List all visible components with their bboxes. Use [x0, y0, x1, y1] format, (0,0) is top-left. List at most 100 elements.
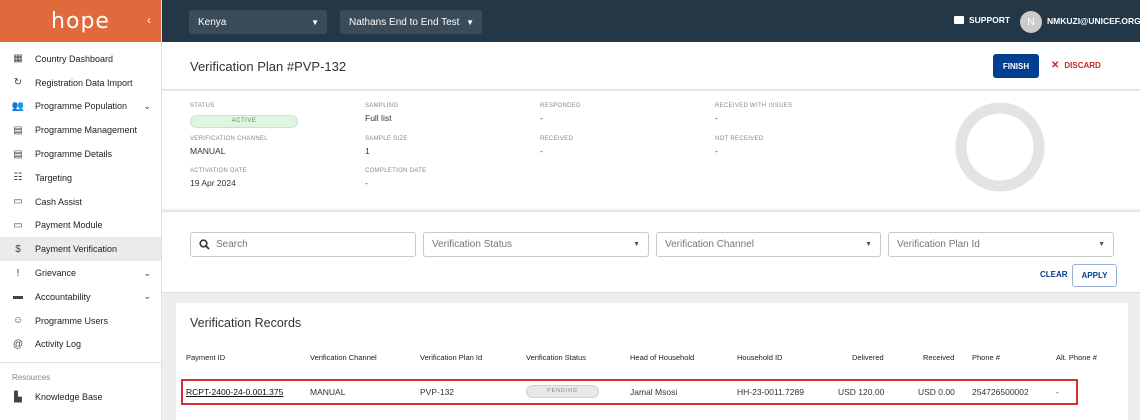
column-header[interactable]: Alt. Phone #: [1056, 353, 1097, 362]
household-id-cell: HH-23-0011.7289: [737, 387, 804, 397]
sidebar-item-programme-population[interactable]: 👥 Programme Population ⌄: [0, 95, 161, 119]
channel-field: VERIFICATION CHANNEL MANUAL: [190, 136, 268, 156]
sidebar-item-cash-assist[interactable]: ▭ Cash Assist: [0, 190, 161, 214]
apply-button[interactable]: APPLY: [1072, 264, 1117, 287]
activation-label: ACTIVATION DATE: [190, 168, 247, 174]
sidebar-item-programme-details[interactable]: ▤ Programme Details: [0, 142, 161, 166]
issues-label: RECEIVED WITH ISSUES: [715, 103, 793, 109]
column-header[interactable]: Payment ID: [186, 353, 225, 362]
country-value: Kenya: [198, 16, 227, 28]
sample-size-field: SAMPLE SIZE 1: [365, 136, 408, 156]
received-field: RECEIVED -: [540, 136, 573, 156]
caret-down-icon: ▼: [1098, 241, 1105, 248]
sidebar: hope ‹ ▦ Country Dashboard ↻ Registration D…: [0, 0, 162, 420]
sidebar-item-targeting[interactable]: ☷ Targeting: [0, 166, 161, 190]
issues-field: RECEIVED WITH ISSUES -: [715, 103, 792, 123]
plan-id-cell: PVP-132: [420, 387, 455, 397]
verification-channel-select[interactable]: Verification Channel ▼: [656, 232, 881, 257]
verification-records-panel: Verification Records Payment ID Verifica…: [176, 303, 1128, 420]
verification-status-select[interactable]: Verification Status ▼: [423, 232, 649, 257]
support-link[interactable]: SUPPORT: [954, 15, 1010, 25]
document-icon: ▤: [13, 148, 23, 160]
status-label: STATUS: [190, 103, 215, 109]
donut-ring: [955, 102, 1045, 192]
sidebar-item-label: Programme Population: [35, 101, 128, 112]
sidebar-item-payment-module[interactable]: ▭ Payment Module: [0, 214, 161, 238]
column-header[interactable]: Phone #: [972, 353, 1000, 362]
sidebar-item-programme-management[interactable]: ▤ Programme Management: [0, 118, 161, 142]
plan-placeholder: Verification Plan Id: [897, 239, 980, 250]
sidebar-item-label: Payment Verification: [35, 244, 118, 255]
channel-label: VERIFICATION CHANNEL: [190, 136, 268, 142]
column-header[interactable]: Head of Household: [630, 353, 694, 362]
user-email[interactable]: NMKUZI@UNICEF.ORG: [1047, 16, 1140, 26]
chevron-down-icon[interactable]: ⌄: [143, 291, 151, 302]
not-received-label: NOT RECEIVED: [715, 136, 764, 142]
received-value: -: [540, 146, 543, 156]
responded-value: -: [540, 113, 543, 123]
payment-id-link[interactable]: RCPT-2400-24-0.001.375: [186, 387, 283, 397]
country-select[interactable]: Kenya ▼: [189, 10, 327, 34]
target-list-icon: ☷: [13, 172, 23, 184]
sidebar-item-label: Cash Assist: [35, 196, 83, 207]
book-icon: ▙: [14, 391, 22, 403]
card-icon: ▭: [13, 196, 23, 208]
sidebar-nav: ▦ Country Dashboard ↻ Registration Data Imp…: [0, 42, 161, 356]
column-header[interactable]: Delivered: [852, 353, 884, 362]
sidebar-item-label: Accountability: [35, 291, 91, 302]
logo-bar: hope ‹: [0, 0, 161, 42]
sampling-field: SAMPLING Full list: [365, 103, 398, 123]
caret-down-icon: ▼: [466, 17, 474, 27]
sidebar-item-label: Programme Management: [35, 125, 138, 136]
status-badge: ACTIVE: [190, 115, 298, 128]
activation-field: ACTIVATION DATE 19 Apr 2024: [190, 168, 247, 188]
sidebar-item-payment-verification[interactable]: $ Payment Verification: [0, 237, 161, 262]
hope-logo[interactable]: hope: [51, 9, 110, 34]
sidebar-item-grievance[interactable]: ! Grievance ⌄: [0, 261, 161, 285]
discard-label: DISCARD: [1064, 61, 1101, 70]
sidebar-item-label: Grievance: [35, 268, 77, 279]
sidebar-item-activity-log[interactable]: @ Activity Log: [0, 333, 161, 357]
document-icon: ▤: [13, 124, 23, 136]
column-header[interactable]: Verification Channel: [310, 353, 377, 362]
finish-button[interactable]: FINISH: [993, 54, 1039, 78]
sidebar-item-knowledge-base[interactable]: ▙ Knowledge Base: [0, 385, 161, 409]
programme-value: Nathans End to End Test: [349, 16, 460, 28]
not-received-field: NOT RECEIVED -: [715, 136, 764, 156]
delivered-cell: USD 120.00: [838, 387, 885, 397]
channel-cell: MANUAL: [310, 387, 346, 397]
people-icon: 👥: [11, 100, 25, 112]
dashboard-icon: ▦: [13, 53, 23, 65]
alert-icon: !: [16, 267, 20, 279]
caret-down-icon: ▼: [865, 241, 872, 248]
sidebar-item-registration-data-import[interactable]: ↻ Registration Data Import: [0, 71, 161, 95]
completion-label: COMPLETION DATE: [365, 168, 427, 174]
programme-select[interactable]: Nathans End to End Test ▼: [340, 10, 482, 34]
chevron-down-icon[interactable]: ⌄: [143, 101, 151, 112]
clear-button[interactable]: CLEAR: [1040, 270, 1068, 279]
avatar[interactable]: N: [1020, 11, 1042, 33]
search-icon: [199, 239, 210, 250]
discard-button[interactable]: ✕ DISCARD: [1051, 60, 1101, 71]
sidebar-item-programme-users[interactable]: ☺ Programme Users: [0, 309, 161, 333]
verification-plan-select[interactable]: Verification Plan Id ▼: [888, 232, 1114, 257]
sample-size-value: 1: [365, 146, 370, 156]
support-label: SUPPORT: [969, 15, 1011, 25]
sidebar-item-country-dashboard[interactable]: ▦ Country Dashboard: [0, 47, 161, 71]
search-input[interactable]: Search: [190, 232, 416, 257]
column-header[interactable]: Verification Status: [526, 353, 586, 362]
page-header: Verification Plan #PVP-132 FINISH ✕ DISCA…: [162, 42, 1140, 90]
chevron-down-icon[interactable]: ⌄: [143, 268, 151, 279]
column-header[interactable]: Verification Plan Id: [420, 353, 482, 362]
card-icon: ▭: [13, 219, 23, 231]
column-header[interactable]: Household ID: [737, 353, 782, 362]
page-title: Verification Plan #PVP-132: [190, 59, 347, 74]
phone-cell: 254726500002: [972, 387, 1029, 397]
sidebar-item-label: Payment Module: [35, 220, 103, 231]
sidebar-item-label: Targeting: [35, 172, 73, 183]
filters-panel: Search Verification Status ▼ Verificatio…: [162, 211, 1140, 293]
not-received-value: -: [715, 146, 718, 156]
chevron-left-icon[interactable]: ‹: [147, 13, 151, 27]
sidebar-item-accountability[interactable]: ▬ Accountability ⌄: [0, 285, 161, 309]
column-header[interactable]: Received: [923, 353, 954, 362]
